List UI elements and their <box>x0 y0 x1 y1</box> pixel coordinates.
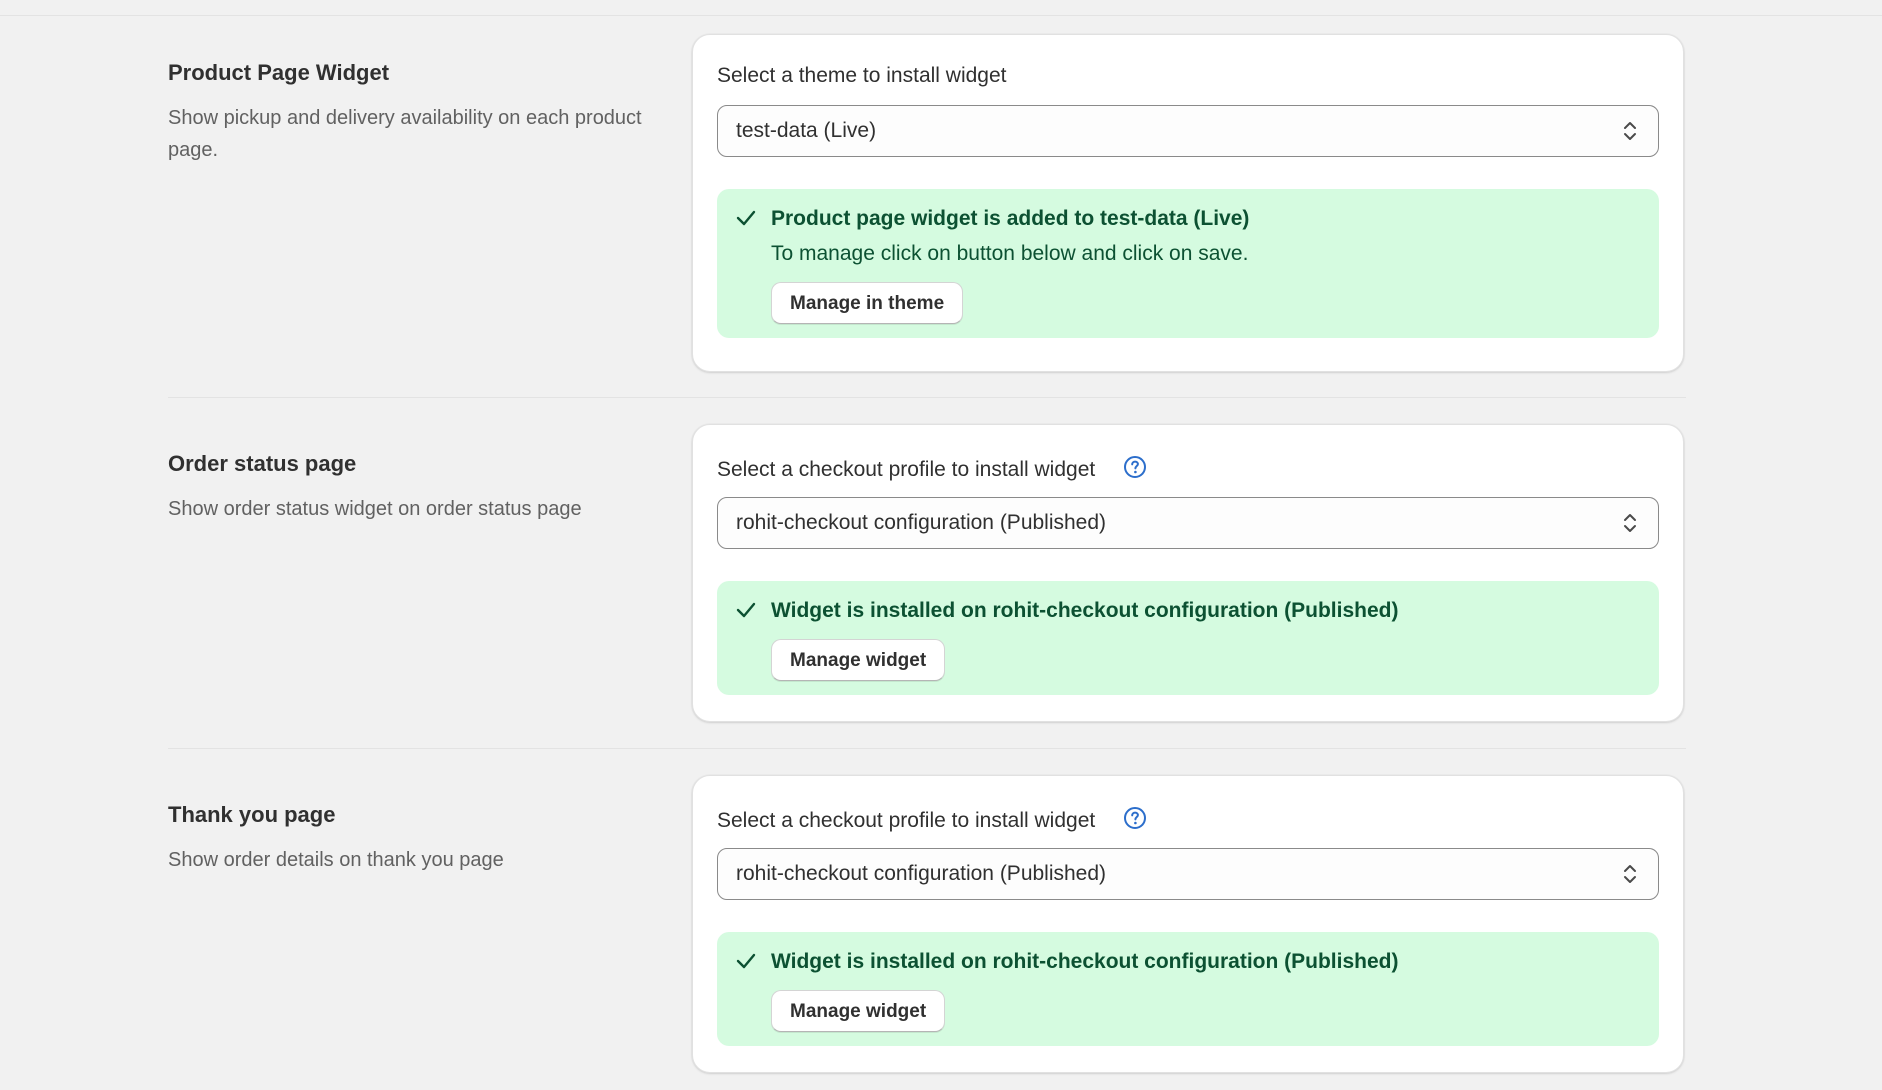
field-label-row: Select a checkout profile to install wid… <box>717 455 1659 485</box>
banner-title: Widget is installed on rohit-checkout co… <box>771 950 1399 973</box>
manage-in-theme-button[interactable]: Manage in theme <box>771 282 964 324</box>
theme-select[interactable]: test-data (Live) <box>717 105 1659 157</box>
select-chevrons-icon <box>1624 122 1636 140</box>
section-title: Thank you page <box>168 802 336 827</box>
section-description: Show order details on thank you page <box>168 849 504 871</box>
success-banner: Product page widget is added to test-dat… <box>717 189 1659 338</box>
settings-card: Select a checkout profile to install wid… <box>692 424 1684 722</box>
section-divider <box>168 748 1686 749</box>
manage-widget-button[interactable]: Manage widget <box>771 990 946 1032</box>
banner-title: Widget is installed on rohit-checkout co… <box>771 599 1399 622</box>
help-icon[interactable] <box>1123 806 1147 830</box>
theme-select-value: test-data (Live) <box>736 119 877 142</box>
top-divider <box>0 15 1882 16</box>
help-icon[interactable] <box>1123 455 1147 479</box>
success-banner: Widget is installed on rohit-checkout co… <box>717 581 1659 695</box>
settings-card: Select a checkout profile to install wid… <box>692 775 1684 1073</box>
checkmark-icon <box>736 602 756 618</box>
checkout-profile-select[interactable]: rohit-checkout configuration (Published) <box>717 848 1659 900</box>
success-banner: Widget is installed on rohit-checkout co… <box>717 932 1659 1046</box>
checkout-profile-select-value: rohit-checkout configuration (Published) <box>736 511 1107 534</box>
checkout-profile-select[interactable]: rohit-checkout configuration (Published) <box>717 497 1659 549</box>
section-title: Order status page <box>168 451 357 476</box>
select-chevrons-icon <box>1624 865 1636 883</box>
checkmark-icon <box>736 953 756 969</box>
manage-widget-button[interactable]: Manage widget <box>771 639 946 681</box>
checkout-profile-select-value: rohit-checkout configuration (Published) <box>736 862 1107 885</box>
section-description: Show pickup and delivery availability on… <box>168 107 642 161</box>
section-description: Show order status widget on order status… <box>168 498 582 520</box>
field-label-row: Select a checkout profile to install wid… <box>717 806 1659 836</box>
select-chevrons-icon <box>1624 514 1636 532</box>
checkout-profile-label: Select a checkout profile to install wid… <box>717 458 1096 481</box>
field-label-row: Select a theme to install widget <box>717 61 1659 91</box>
checkout-profile-label: Select a checkout profile to install wid… <box>717 809 1096 832</box>
banner-text: To manage click on button below and clic… <box>771 242 1249 265</box>
banner-title: Product page widget is added to test-dat… <box>771 207 1250 230</box>
settings-card: Select a theme to install widget test-da… <box>692 34 1684 372</box>
section-info: Thank you page Show order details on tha… <box>168 800 648 876</box>
section-title: Product Page Widget <box>168 60 390 85</box>
checkmark-icon <box>736 210 756 226</box>
section-info: Order status page Show order status widg… <box>168 449 648 525</box>
section-info: Product Page Widget Show pickup and deli… <box>168 58 648 166</box>
section-divider <box>168 397 1686 398</box>
theme-select-label: Select a theme to install widget <box>717 64 1007 87</box>
